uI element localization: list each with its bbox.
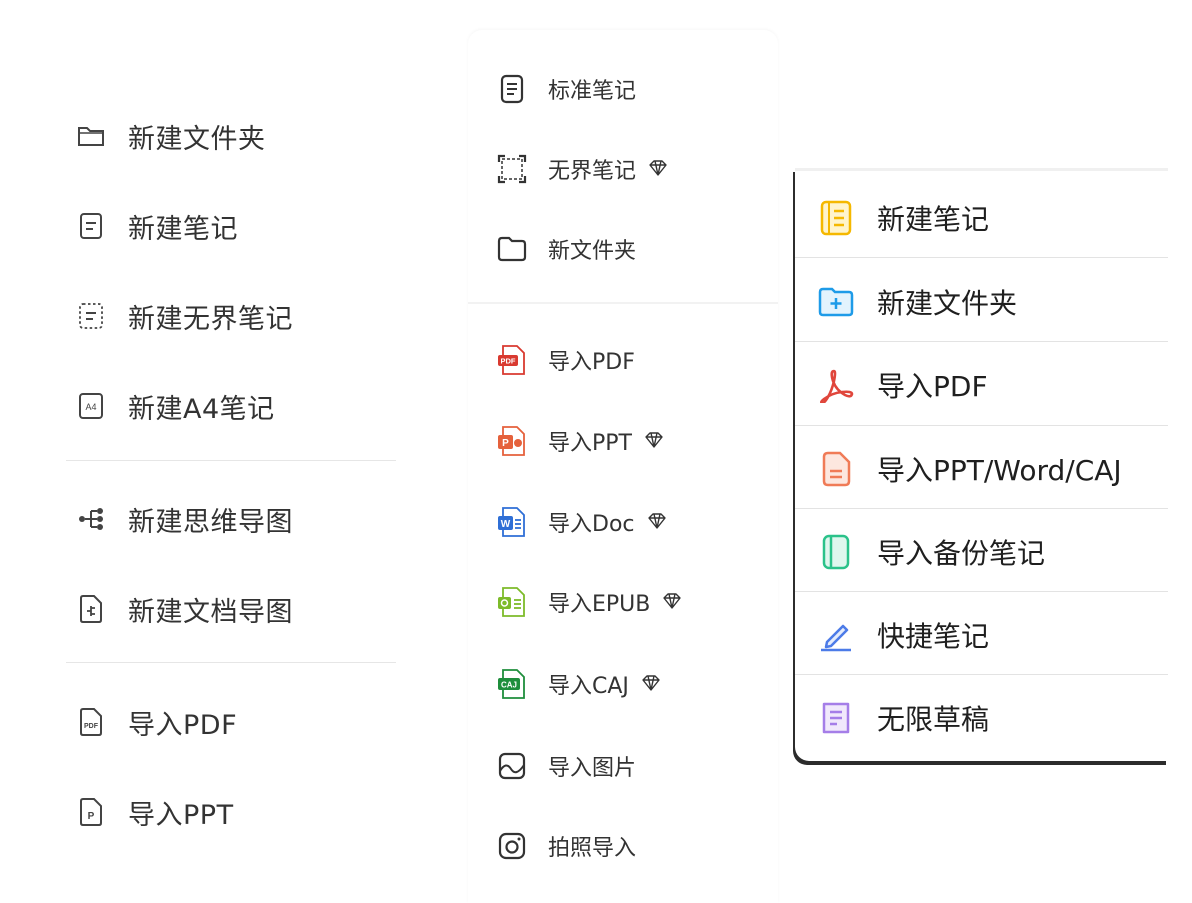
menu-item-label: 无限草稿 — [877, 703, 990, 736]
menu-item-label: 新建笔记 — [877, 203, 990, 236]
menu-item-new-doc-map[interactable]: 新建文档导图 — [76, 579, 293, 639]
menu-item-new-infinite-note[interactable]: 新建无界笔记 — [76, 286, 293, 346]
menu-item-import-ppt[interactable]: P 导入PPT — [76, 782, 234, 842]
ppt-file-icon: P — [76, 797, 106, 827]
a4-icon: A4 — [76, 391, 106, 421]
menu-item-import-ppt-word-caj[interactable]: 导入PPT/Word/CAJ — [817, 439, 1168, 499]
camera-icon — [496, 830, 528, 862]
menu-item-label: 无界笔记 — [548, 159, 637, 184]
menu-item-new-note[interactable]: 新建笔记 — [817, 188, 1168, 248]
draft-icon — [817, 699, 855, 737]
image-icon — [496, 750, 528, 782]
ppt-badge: P — [502, 438, 509, 449]
folder-icon — [76, 121, 106, 151]
dashed-note-icon — [76, 301, 106, 331]
menu-item-label: 新建文档导图 — [128, 596, 293, 628]
premium-diamond-icon — [647, 512, 667, 532]
backup-note-icon — [817, 533, 855, 571]
menu-item-import-pdf[interactable]: PDF 导入PDF — [496, 334, 635, 386]
folder-add-icon — [817, 283, 855, 321]
divider — [66, 460, 396, 461]
pdf-file-icon: PDF — [76, 707, 106, 737]
menu-item-label: 导入图片 — [548, 756, 637, 781]
menu-item-label: 新建文件夹 — [128, 123, 266, 155]
menu-item-label: 拍照导入 — [548, 836, 637, 861]
divider — [795, 508, 1168, 509]
divider — [66, 662, 396, 663]
menu-item-new-a4-note[interactable]: A4 新建A4笔记 — [76, 376, 275, 436]
menu-item-label: 导入PDF — [128, 709, 238, 741]
menu-item-import-epub[interactable]: 导入EPUB — [496, 576, 682, 628]
menu-item-label: 导入PDF — [877, 370, 988, 403]
menu-item-infinite-draft[interactable]: 无限草稿 — [817, 688, 1168, 748]
note-icon — [76, 211, 106, 241]
notebook-icon — [817, 199, 855, 237]
premium-diamond-icon — [662, 592, 682, 612]
menu-item-label: 导入PPT — [128, 799, 234, 831]
menu-item-label: 导入CAJ — [548, 674, 629, 699]
menu-item-import-image[interactable]: 导入图片 — [496, 740, 636, 792]
divider — [795, 341, 1168, 342]
menu-item-label: 新建A4笔记 — [128, 393, 275, 425]
divider — [795, 674, 1168, 675]
menu-item-standard-note[interactable]: 标准笔记 — [496, 63, 636, 115]
premium-diamond-icon — [644, 431, 664, 451]
menu-item-import-pdf[interactable]: PDF 导入PDF — [76, 692, 237, 752]
infinite-canvas-icon — [496, 153, 528, 185]
create-menu-panel-2: 标准笔记 无界笔记 新文件夹 PDF 导入PDF P 导入PPT W 导入Doc… — [468, 30, 778, 903]
premium-diamond-icon — [648, 159, 668, 179]
doc-map-icon — [76, 594, 106, 624]
menu-item-label: 新文件夹 — [548, 239, 637, 264]
a4-badge: A4 — [85, 402, 96, 412]
pdf-badge: PDF — [501, 357, 516, 366]
menu-item-label: 快捷笔记 — [877, 620, 990, 653]
folder-icon — [496, 233, 528, 265]
menu-item-new-note[interactable]: 新建笔记 — [76, 196, 238, 256]
create-menu-panel-1: 新建文件夹 新建笔记 新建无界笔记 A4 新建A4笔记 新建思维导图 新建文档导… — [0, 0, 440, 903]
menu-item-label: 导入EPUB — [548, 592, 651, 617]
divider — [468, 302, 778, 304]
menu-item-quick-note[interactable]: 快捷笔记 — [817, 605, 1168, 665]
menu-item-import-ppt[interactable]: P 导入PPT — [496, 415, 664, 467]
divider — [795, 257, 1168, 258]
caj-icon: CAJ — [496, 668, 528, 700]
menu-item-label: 新建无界笔记 — [128, 303, 293, 335]
menu-item-new-folder[interactable]: 新建文件夹 — [76, 106, 266, 166]
menu-item-new-mindmap[interactable]: 新建思维导图 — [76, 489, 293, 549]
menu-item-infinite-note[interactable]: 无界笔记 — [496, 143, 668, 195]
mindmap-icon — [76, 504, 106, 534]
menu-item-label: 导入PPT — [548, 431, 632, 456]
menu-item-label: 新建思维导图 — [128, 506, 293, 538]
menu-item-camera-import[interactable]: 拍照导入 — [496, 820, 636, 872]
pdf-icon: PDF — [496, 344, 528, 376]
menu-item-new-folder[interactable]: 新文件夹 — [496, 223, 636, 275]
ppt-icon: P — [496, 425, 528, 457]
create-menu-panel-3: 新建笔记 新建文件夹 导入PDF 导入PPT/Word/CAJ 导入备份笔记 快 — [795, 168, 1168, 761]
ppt-badge: P — [88, 811, 95, 822]
menu-item-import-pdf[interactable]: 导入PDF — [817, 355, 1168, 415]
menu-item-new-folder[interactable]: 新建文件夹 — [817, 272, 1168, 332]
menu-item-label: 导入PPT/Word/CAJ — [877, 454, 1122, 487]
standard-note-icon — [496, 73, 528, 105]
pen-icon — [817, 616, 855, 654]
word-icon: W — [496, 506, 528, 538]
acrobat-icon — [817, 366, 855, 404]
document-icon — [817, 450, 855, 488]
divider — [795, 425, 1168, 426]
menu-item-label: 导入备份笔记 — [877, 537, 1046, 570]
pdf-badge: PDF — [84, 723, 99, 730]
menu-item-import-doc[interactable]: W 导入Doc — [496, 496, 667, 548]
menu-item-import-caj[interactable]: CAJ 导入CAJ — [496, 658, 661, 710]
menu-item-label: 导入Doc — [548, 512, 635, 537]
epub-icon — [496, 586, 528, 618]
premium-diamond-icon — [641, 674, 661, 694]
menu-item-label: 导入PDF — [548, 350, 635, 375]
menu-item-label: 新建文件夹 — [877, 287, 1018, 320]
menu-item-label: 新建笔记 — [128, 213, 238, 245]
menu-item-import-backup-note[interactable]: 导入备份笔记 — [817, 522, 1168, 582]
word-badge: W — [501, 519, 511, 530]
divider — [795, 591, 1168, 592]
caj-badge: CAJ — [501, 681, 517, 690]
menu-item-label: 标准笔记 — [548, 79, 637, 104]
